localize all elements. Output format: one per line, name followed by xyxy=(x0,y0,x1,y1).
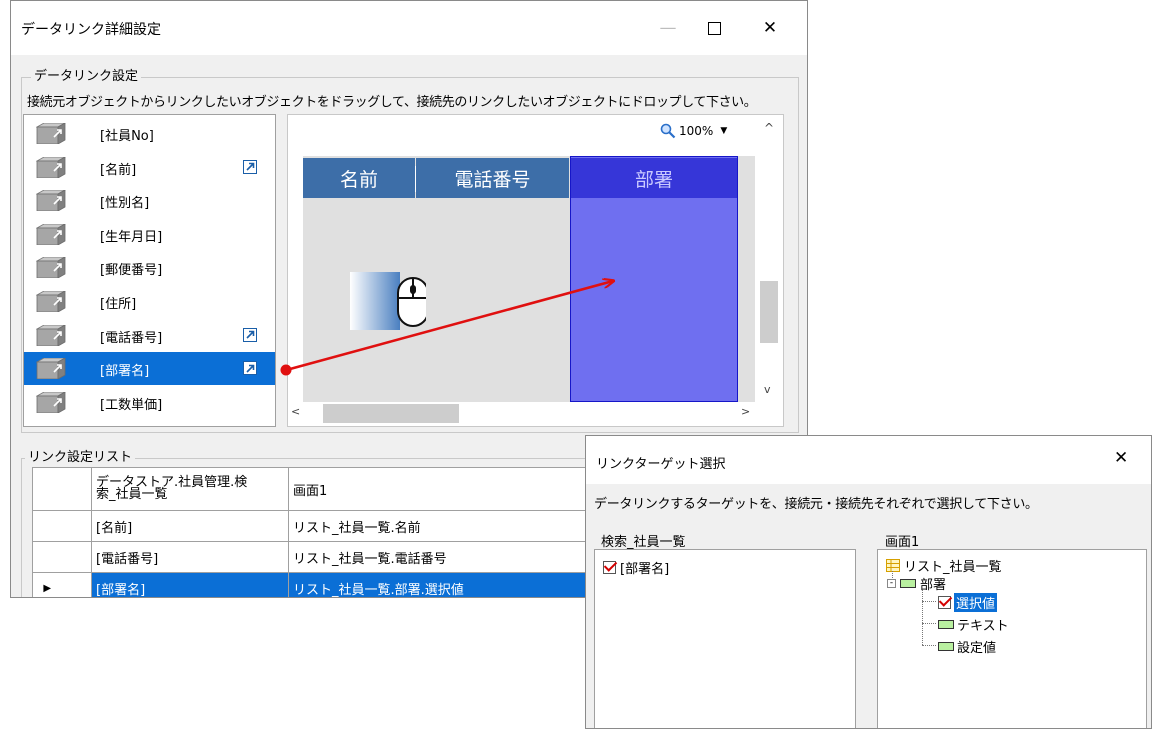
tree-leaf[interactable]: 設定値 xyxy=(938,637,996,656)
source-group-label: 検索_社員一覧 xyxy=(598,531,689,550)
tree-leaf[interactable]: テキスト xyxy=(938,615,1009,634)
source-item-label: [部署名] xyxy=(620,562,670,577)
link-target-dialog: リンクターゲット選択 ✕ データリンクするターゲットを、接続元・接続先それぞれで… xyxy=(585,435,1152,729)
table-icon xyxy=(886,559,900,572)
tree-line xyxy=(922,601,936,602)
field-icon xyxy=(900,579,916,588)
tree-root-label: リスト_社員一覧 xyxy=(904,560,1002,575)
field-icon xyxy=(938,620,954,629)
source-tree[interactable]: [部署名] xyxy=(594,549,856,728)
dialog-title-bar: リンクターゲット選択 ✕ xyxy=(586,436,1151,484)
target-tree[interactable]: リスト_社員一覧 - 部署 選択値 テキスト 設定値 xyxy=(877,549,1147,728)
tree-line xyxy=(922,645,936,646)
dialog-title: リンクターゲット選択 xyxy=(596,457,726,472)
checkbox-icon[interactable] xyxy=(603,561,616,574)
collapse-icon[interactable]: - xyxy=(887,579,896,588)
tree-line xyxy=(922,588,923,645)
tree-node-label: 部署 xyxy=(920,578,947,593)
tree-root-item[interactable]: リスト_社員一覧 xyxy=(886,556,1002,575)
tree-node-item[interactable]: 部署 xyxy=(900,574,946,593)
tree-line xyxy=(922,623,936,624)
checkbox-icon[interactable] xyxy=(938,596,951,609)
tree-leaf-selected[interactable]: 選択値 xyxy=(938,593,998,612)
dialog-close-button[interactable]: ✕ xyxy=(1114,448,1128,468)
target-group-label: 画面1 xyxy=(882,531,923,550)
tree-leaf-label: 選択値 xyxy=(954,593,998,612)
dialog-instruction: データリンクするターゲットを、接続元・接続先それぞれで選択して下さい。 xyxy=(594,497,1038,512)
tree-leaf-label: 設定値 xyxy=(957,641,997,656)
tree-leaf-label: テキスト xyxy=(957,619,1009,634)
field-icon xyxy=(938,642,954,651)
source-tree-item[interactable]: [部署名] xyxy=(603,558,669,577)
